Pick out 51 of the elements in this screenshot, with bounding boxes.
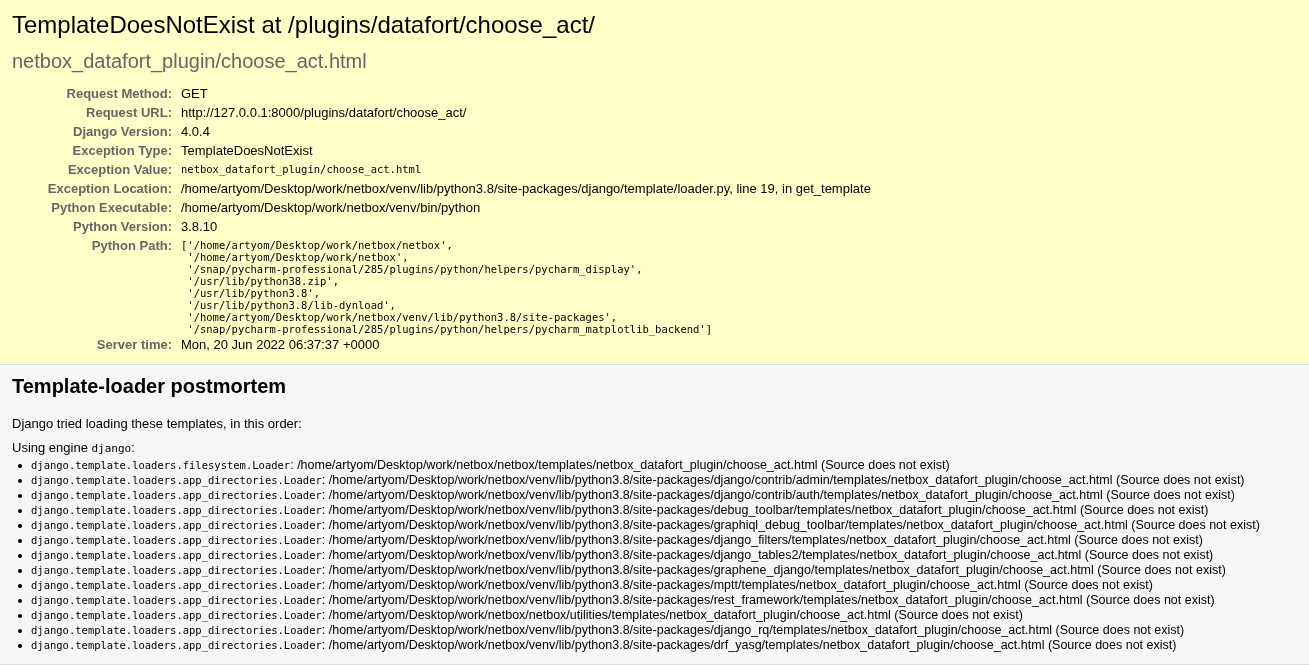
field-label: Django Version: xyxy=(12,122,181,141)
bullet-icon xyxy=(18,583,22,588)
loader-attempt: django.template.loaders.app_directories.Loader: /home/artyom/Desktop/work/netbox/venv/lib/python3.8/site-packages/rest_framework/templates/netbox_datafort_plugin/choose_act.html (Source does not exist) xyxy=(31,593,1215,608)
loader-attempt: django.template.loaders.filesystem.Loader: /home/artyom/Desktop/work/netbox/netbox/templates/netbox_datafort_plugin/choose_act.html (Source does not exist) xyxy=(31,458,950,473)
page-title: TemplateDoesNotExist at /plugins/datafort/choose_act/ xyxy=(12,10,596,40)
field-label: Python Executable: xyxy=(12,198,181,217)
loader-attempt: django.template.loaders.app_directories.Loader: /home/artyom/Desktop/work/netbox/venv/lib/python3.8/site-packages/django_rq/templates/netbox_datafort_plugin/choose_act.html (Source does not exist) xyxy=(31,623,1185,638)
field-value: /home/artyom/Desktop/work/netbox/venv/lib/python3.8/site-packages/django/template/loader.py, line 19, in get_template xyxy=(181,180,871,198)
field-value: 3.8.10 xyxy=(181,218,219,236)
field-value: ['/home/artyom/Desktop/work/netbox/netbox', '/home/artyom/Desktop/work/netbox', '/snap/pycharm-professional/285/plugins/python/helpers/pycharm_display', '/usr/lib/python38.zip', '/usr/lib/python3.8', '/usr/lib/python3.8/lib-dynload', '/home/artyom/Desktop/work/netbox/venv/lib/python3.8/site-packages', '/snap/pycharm-professional/285/plugins/python/helpers/pycharm_matplotlib_backend'] xyxy=(181,238,713,335)
loader-attempt: django.template.loaders.app_directories.Loader: /home/artyom/Desktop/work/netbox/venv/lib/python3.8/site-packages/drf_yasg/templates/netbox_datafort_plugin/choose_act.html (Source does not exist) xyxy=(31,638,1177,653)
bullet-icon xyxy=(18,568,22,573)
engine-line: Using engine django: xyxy=(12,440,136,457)
field-value: GET xyxy=(181,85,209,103)
bullet-icon xyxy=(18,643,22,648)
field-label: Request Method: xyxy=(12,84,181,103)
loader-attempt: django.template.loaders.app_directories.Loader: /home/artyom/Desktop/work/netbox/venv/lib/python3.8/site-packages/graphene_django/templates/netbox_datafort_plugin/choose_act.html (Source does not exist) xyxy=(31,563,1226,578)
section-heading: Template-loader postmortem xyxy=(12,374,288,399)
bullet-icon xyxy=(18,538,22,543)
field-value: http://127.0.0.1:8000/plugins/datafort/choose_act/ xyxy=(181,104,468,122)
loader-attempt: django.template.loaders.app_directories.Loader: /home/artyom/Desktop/work/netbox/venv/lib/python3.8/site-packages/django/contrib/auth/templates/netbox_datafort_plugin/choose_act.html (Source does not exist) xyxy=(31,488,1235,503)
field-value: netbox_datafort_plugin/choose_act.html xyxy=(181,162,423,175)
loader-attempt: django.template.loaders.app_directories.Loader: /home/artyom/Desktop/work/netbox/venv/lib/python3.8/site-packages/graphiql_debug_toolbar/templates/netbox_datafort_plugin/choose_act.html (Source does not exist) xyxy=(31,518,1260,533)
field-value: Mon, 20 Jun 2022 06:37:37 +0000 xyxy=(181,335,871,354)
loader-attempt: django.template.loaders.app_directories.Loader: /home/artyom/Desktop/work/netbox/venv/lib/python3.8/site-packages/debug_toolbar/templates/netbox_datafort_plugin/choose_act.html (Source does not exist) xyxy=(31,503,1209,518)
field-label: Exception Type: xyxy=(12,141,181,160)
bullet-icon xyxy=(18,523,22,528)
field-label: Python Version: xyxy=(12,217,181,236)
loader-attempt: django.template.loaders.app_directories.Loader: /home/artyom/Desktop/work/netbox/venv/lib/python3.8/site-packages/django_tables2/templates/netbox_datafort_plugin/choose_act.html (Source does not exist) xyxy=(31,548,1214,563)
field-value: TemplateDoesNotExist xyxy=(181,142,314,160)
field-label: Exception Location: xyxy=(12,179,181,198)
field-label: Python Path: xyxy=(90,237,173,255)
loader-attempt: django.template.loaders.app_directories.Loader: /home/artyom/Desktop/work/netbox/netbox/utilities/templates/netbox_datafort_plugin/choose_act.html (Source does not exist) xyxy=(31,608,1023,623)
loader-attempt: django.template.loaders.app_directories.Loader: /home/artyom/Desktop/work/netbox/venv/lib/python3.8/site-packages/django_filters/templates/netbox_datafort_plugin/choose_act.html (Source does not exist) xyxy=(31,533,1203,548)
bullet-icon xyxy=(18,628,22,633)
field-value: /home/artyom/Desktop/work/netbox/venv/bin/python xyxy=(181,199,482,217)
field-value: 4.0.4 xyxy=(181,123,211,141)
page-subtitle: netbox_datafort_plugin/choose_act.html xyxy=(12,49,368,74)
bullet-icon xyxy=(18,463,22,468)
bullet-icon xyxy=(18,553,22,558)
loader-attempt: django.template.loaders.app_directories.Loader: /home/artyom/Desktop/work/netbox/venv/lib/python3.8/site-packages/mptt/templates/netbox_datafort_plugin/choose_act.html (Source does not exist) xyxy=(31,578,1153,593)
bullet-icon xyxy=(18,478,22,483)
bullet-icon xyxy=(18,493,22,498)
field-label: Server time: xyxy=(95,336,173,354)
bullet-icon xyxy=(18,508,22,513)
field-label: Request URL: xyxy=(12,103,181,122)
field-label: Exception Value: xyxy=(66,161,173,179)
bullet-icon xyxy=(18,613,22,618)
bullet-icon xyxy=(18,598,22,603)
intro-text: Django tried loading these templates, in this order: xyxy=(12,415,303,433)
loader-attempt: django.template.loaders.app_directories.Loader: /home/artyom/Desktop/work/netbox/venv/lib/python3.8/site-packages/django/contrib/admin/templates/netbox_datafort_plugin/choose_act.html (Source does not exist) xyxy=(31,473,1245,488)
